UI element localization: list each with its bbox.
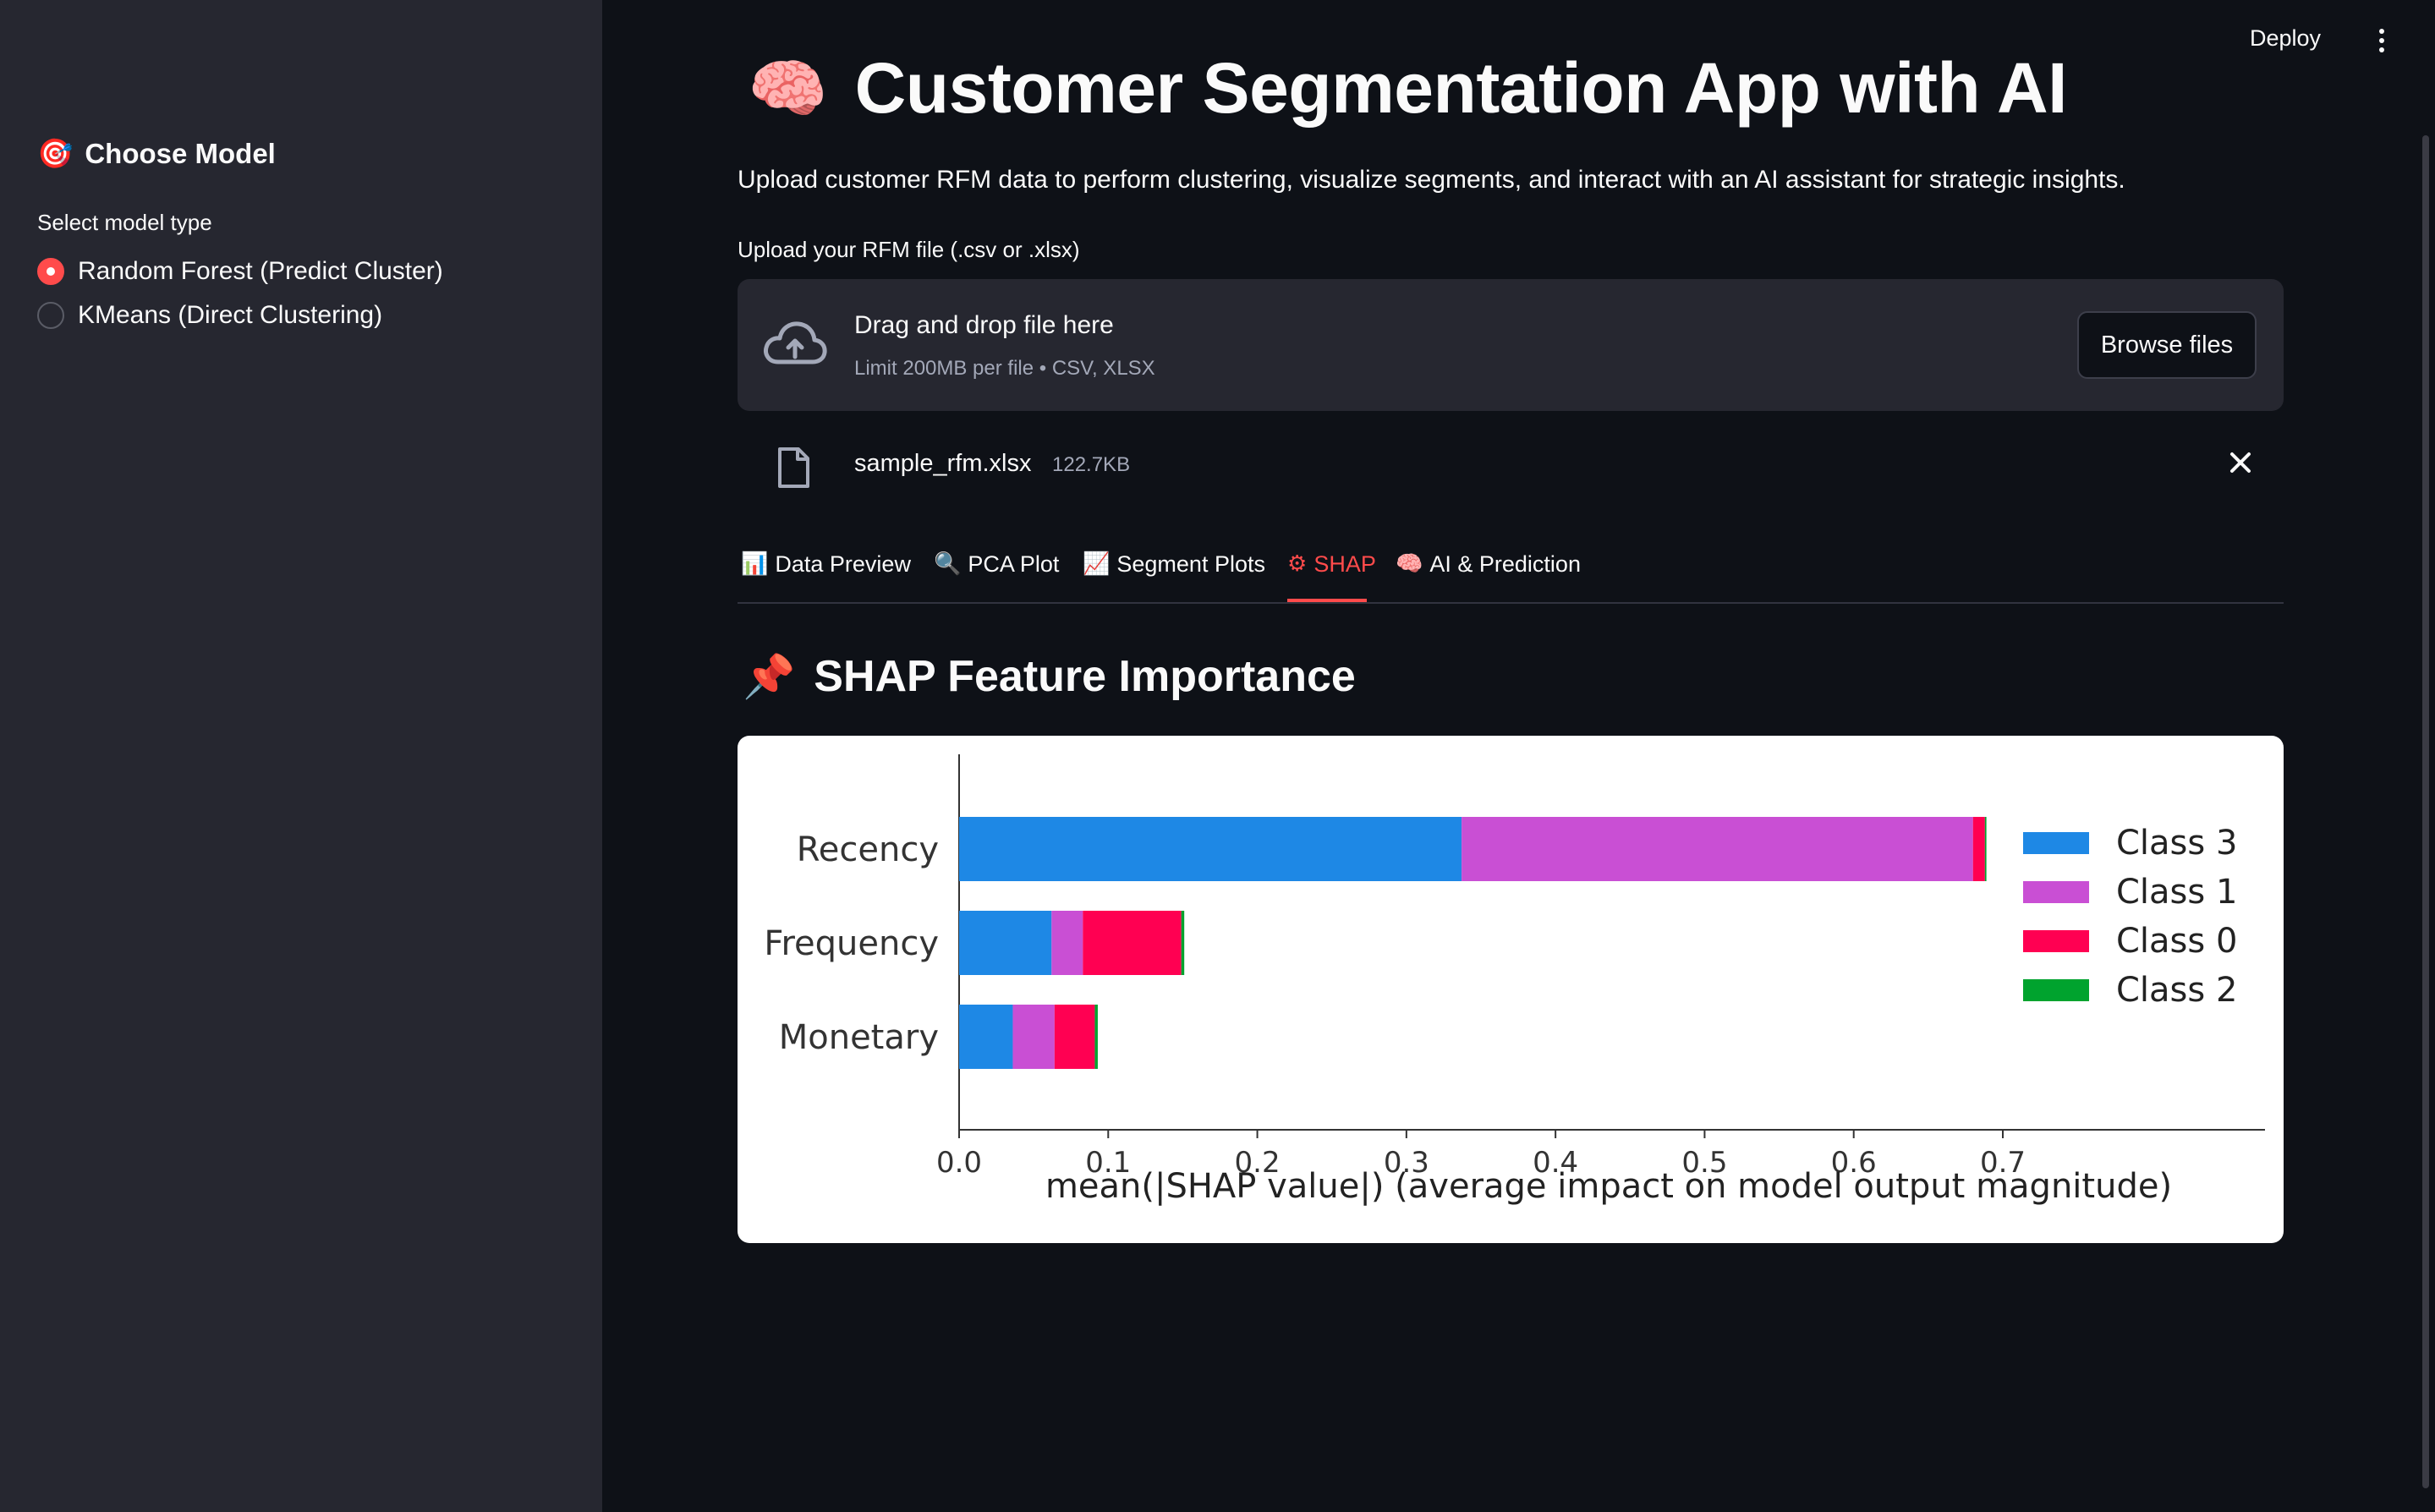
kebab-menu-icon[interactable] (2373, 24, 2390, 58)
file-name: sample_rfm.xlsx (854, 450, 1032, 477)
radio-label: KMeans (Direct Clustering) (78, 301, 383, 329)
tab-shap[interactable]: ⚙ SHAP (1287, 551, 1376, 602)
page-title: 🧠 Customer Segmentation App with AI (748, 47, 2067, 129)
bar-frequency-class-2 (1181, 911, 1185, 975)
deploy-button[interactable]: Deploy (2250, 25, 2321, 52)
bar-recency-class-2 (1984, 817, 1987, 881)
tab-label: Segment Plots (1116, 551, 1265, 577)
bar-monetary-class-2 (1094, 1005, 1098, 1069)
cloud-upload-icon (764, 321, 827, 364)
shap-chart-card: Recency Frequency Monetary 0.0 0.1 0.2 0.3 0.4 0… (738, 736, 2284, 1243)
legend-swatch (2023, 881, 2089, 903)
tab-bar: 📊 Data Preview 🔍 PCA Plot 📈 Segment Plot… (738, 541, 2284, 604)
brain-icon: 🧠 (1396, 551, 1423, 577)
bar-recency-class-1 (1462, 817, 1973, 881)
tab-data-preview[interactable]: 📊 Data Preview (741, 551, 911, 602)
file-dropzone[interactable]: Drag and drop file here Limit 200MB per … (738, 279, 2284, 411)
bar-frequency-class-0 (1083, 911, 1182, 975)
brain-icon: 🧠 (748, 50, 828, 126)
magnifier-icon: 🔍 (934, 551, 962, 577)
sidebar: 🎯 Choose Model Select model type Random … (0, 0, 602, 1512)
shap-bar-chart: RecencyFrequencyMonetary0.0 0.1 0.2 0.3 0.4 0… (764, 754, 2265, 1206)
browse-files-button[interactable]: Browse files (2077, 311, 2257, 379)
line-chart-icon: 📈 (1083, 551, 1111, 577)
legend-label: Class 1 (2116, 873, 2237, 912)
dropzone-limit: Limit 200MB per file • CSV, XLSX (854, 357, 1155, 380)
tab-label: PCA Plot (968, 551, 1060, 577)
radio-label: Random Forest (Predict Cluster) (78, 257, 443, 285)
pushpin-icon: 📌 (743, 651, 796, 701)
radio-unchecked-icon[interactable] (37, 302, 64, 329)
tab-label: SHAP (1313, 551, 1376, 577)
radio-kmeans[interactable]: KMeans (Direct Clustering) (37, 301, 382, 330)
legend-label: Class 3 (2116, 824, 2237, 863)
tab-ai-prediction[interactable]: 🧠 AI & Prediction (1396, 551, 1581, 602)
uploaded-file: sample_rfm.xlsx 122.7KB (738, 431, 2284, 499)
page-title-text: Customer Segmentation App with AI (854, 48, 2068, 128)
bar-recency-class-3 (959, 817, 1462, 881)
bar-monetary-class-3 (959, 1005, 1013, 1069)
tab-segment-plots[interactable]: 📈 Segment Plots (1083, 551, 1265, 602)
sidebar-header: 🎯 Choose Model (37, 137, 276, 171)
x-tick-label: 0.0 (936, 1146, 982, 1180)
intro-text: Upload customer RFM data to perform clus… (738, 166, 2125, 194)
y-tick-label: Recency (797, 830, 939, 869)
legend-label: Class 0 (2116, 922, 2237, 961)
section-title: 📌 SHAP Feature Importance (743, 651, 1356, 702)
radio-random-forest[interactable]: Random Forest (Predict Cluster) (37, 257, 443, 286)
bar-chart-icon: 📊 (741, 551, 769, 577)
scrollbar[interactable] (2422, 135, 2429, 1488)
legend-label: Class 2 (2116, 971, 2237, 1010)
radio-checked-icon[interactable] (37, 258, 64, 285)
bar-frequency-class-1 (1051, 911, 1083, 975)
y-tick-label: Frequency (764, 924, 939, 963)
bar-recency-class-0 (1972, 817, 1985, 881)
legend-swatch (2023, 832, 2089, 854)
close-icon[interactable] (2226, 448, 2255, 477)
legend-swatch (2023, 979, 2089, 1001)
tab-pca-plot[interactable]: 🔍 PCA Plot (934, 551, 1059, 602)
bar-monetary-class-1 (1012, 1005, 1055, 1069)
y-tick-label: Monetary (779, 1018, 939, 1057)
tab-label: AI & Prediction (1429, 551, 1581, 577)
bar-frequency-class-3 (959, 911, 1052, 975)
gear-icon: ⚙ (1287, 551, 1308, 577)
dropzone-title: Drag and drop file here (854, 311, 1114, 339)
tab-label: Data Preview (775, 551, 911, 577)
active-tab-indicator (1287, 599, 1367, 602)
legend-swatch (2023, 930, 2089, 952)
section-title-text: SHAP Feature Importance (814, 652, 1356, 701)
upload-label: Upload your RFM file (.csv or .xlsx) (738, 237, 1080, 262)
target-icon: 🎯 (37, 137, 74, 171)
file-icon (778, 447, 809, 488)
bar-monetary-class-0 (1054, 1005, 1095, 1069)
file-size: 122.7KB (1052, 453, 1131, 476)
model-type-label: Select model type (37, 210, 212, 235)
x-axis-label: mean(|SHAP value|) (average impact on mo… (1045, 1167, 2172, 1206)
sidebar-header-title: Choose Model (85, 138, 276, 169)
